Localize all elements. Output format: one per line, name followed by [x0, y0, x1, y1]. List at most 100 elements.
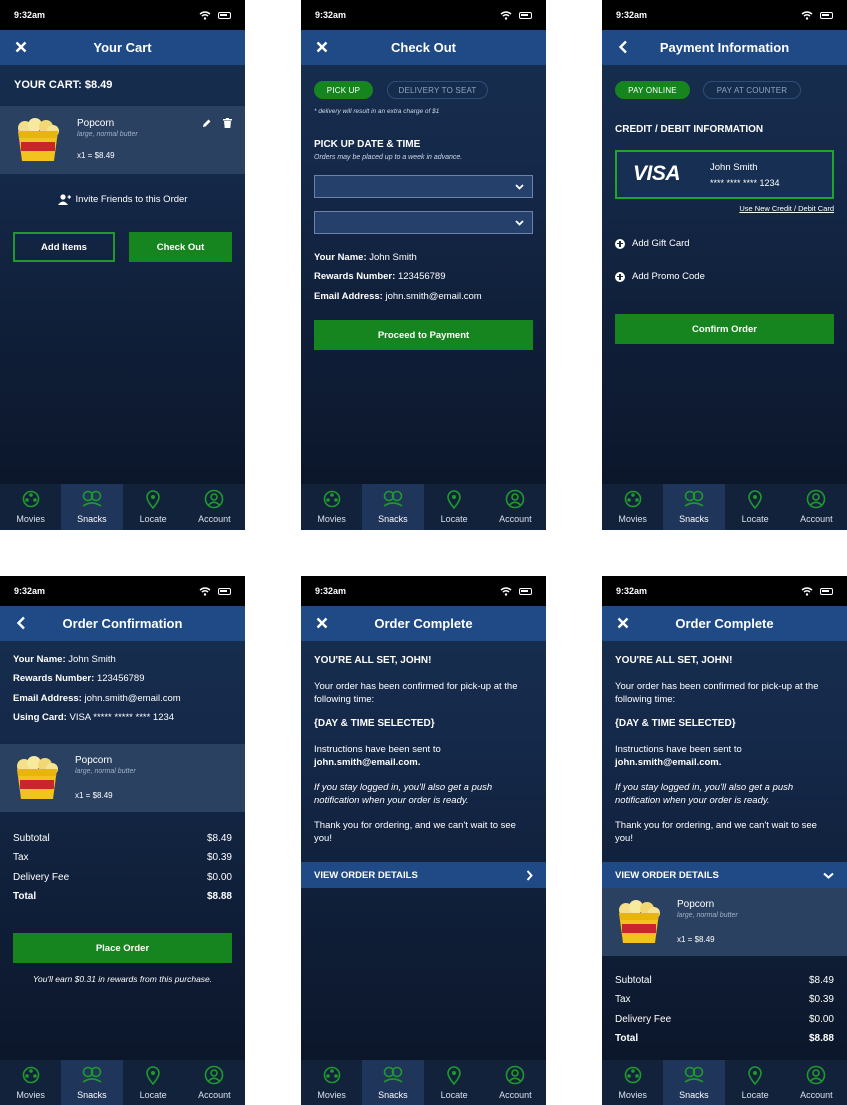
- visa-logo: VISA: [633, 162, 681, 185]
- location-pin-icon: [748, 1066, 762, 1085]
- subtotal-row: Subtotal $8.49: [615, 975, 834, 986]
- tab-snacks[interactable]: Snacks: [61, 484, 123, 530]
- item-desc: large, normal butter: [677, 912, 738, 919]
- proceed-to-payment-button[interactable]: Proceed to Payment: [314, 320, 533, 350]
- tab-snacks[interactable]: Snacks: [663, 484, 725, 530]
- account-icon: [506, 1065, 525, 1085]
- rewards-number-row: Rewards Number: 123456789: [314, 271, 446, 282]
- add-gift-card-button[interactable]: Add Gift Card: [615, 238, 690, 249]
- item-qty: x1 = $8.49: [677, 935, 715, 944]
- delivery-fee-row: Delivery Fee $0.00: [615, 1014, 834, 1025]
- battery-icon: [820, 11, 833, 19]
- tab-movies[interactable]: Movies: [0, 484, 61, 530]
- saved-card[interactable]: VISA John Smith **** **** **** 1234: [615, 150, 834, 199]
- wifi-icon: [199, 10, 211, 20]
- selected-time: {DAY & TIME SELECTED}: [615, 718, 736, 729]
- confirmation-text: Your order has been confirmed for pick-u…: [314, 681, 518, 705]
- tab-locate[interactable]: Locate: [725, 484, 786, 530]
- check-out-button[interactable]: Check Out: [129, 232, 232, 262]
- delivery-to-seat-toggle[interactable]: DELIVERY TO SEAT: [387, 81, 488, 99]
- nav-bar: Your Cart: [0, 30, 245, 65]
- invite-label: Invite Friends to this Order: [75, 194, 188, 205]
- section-title: CREDIT / DEBIT INFORMATION: [615, 124, 764, 135]
- tab-movies[interactable]: Movies: [0, 1060, 61, 1105]
- tab-bar: Movies Snacks Locate Account: [301, 483, 546, 530]
- section-note: Orders may be placed up to a week in adv…: [314, 154, 463, 161]
- location-pin-icon: [146, 490, 160, 509]
- confirmation-heading: YOU'RE ALL SET, JOHN!: [615, 655, 733, 666]
- thank-you-text: Thank you for ordering, and we can't wai…: [615, 820, 817, 844]
- tab-locate[interactable]: Locate: [424, 484, 485, 530]
- close-icon[interactable]: [12, 38, 30, 56]
- invite-friends-link[interactable]: Invite Friends to this Order: [0, 194, 245, 205]
- tab-account[interactable]: Account: [184, 484, 245, 530]
- tab-locate[interactable]: Locate: [123, 484, 184, 530]
- location-pin-icon: [748, 490, 762, 509]
- tab-snacks[interactable]: Snacks: [362, 1060, 424, 1105]
- add-items-button[interactable]: Add Items: [13, 232, 115, 262]
- status-time: 9:32am: [315, 10, 347, 20]
- date-select[interactable]: [314, 175, 533, 198]
- tab-locate[interactable]: Locate: [123, 1060, 184, 1105]
- item-name: Popcorn: [677, 899, 715, 910]
- view-order-details-toggle[interactable]: VIEW ORDER DETAILS: [301, 862, 546, 888]
- cart-item: Popcorn large, normal butter x1 = $8.49: [0, 106, 245, 174]
- film-reel-icon: [22, 1066, 39, 1084]
- trash-icon[interactable]: [223, 118, 232, 128]
- confirm-order-button[interactable]: Confirm Order: [615, 314, 834, 344]
- back-arrow-icon[interactable]: [12, 614, 30, 632]
- tab-account[interactable]: Account: [485, 1060, 546, 1105]
- delivery-fee-row: Delivery Fee $0.00: [13, 872, 232, 883]
- tab-movies[interactable]: Movies: [602, 484, 663, 530]
- status-time: 9:32am: [14, 586, 46, 596]
- close-icon[interactable]: [313, 38, 331, 56]
- pay-online-toggle[interactable]: PAY ONLINE: [615, 81, 690, 99]
- tab-movies[interactable]: Movies: [301, 1060, 362, 1105]
- view-order-details-toggle[interactable]: VIEW ORDER DETAILS: [602, 862, 847, 888]
- film-reel-icon: [323, 1066, 340, 1084]
- location-pin-icon: [146, 1066, 160, 1085]
- status-time: 9:32am: [616, 10, 648, 20]
- tab-locate[interactable]: Locate: [725, 1060, 786, 1105]
- tab-snacks[interactable]: Snacks: [663, 1060, 725, 1105]
- tab-snacks[interactable]: Snacks: [362, 484, 424, 530]
- item-name: Popcorn: [77, 118, 115, 129]
- email-address-row: Email Address: john.smith@email.com: [314, 291, 482, 302]
- location-pin-icon: [447, 1066, 461, 1085]
- page-title: Check Out: [390, 40, 456, 55]
- close-icon[interactable]: [614, 614, 632, 632]
- email-address-row: Email Address: john.smith@email.com: [13, 693, 181, 704]
- edit-icon[interactable]: [202, 118, 212, 128]
- tab-movies[interactable]: Movies: [602, 1060, 663, 1105]
- add-promo-code-button[interactable]: Add Promo Code: [615, 271, 705, 282]
- pick-up-toggle[interactable]: PICK UP: [314, 81, 373, 99]
- tab-locate[interactable]: Locate: [424, 1060, 485, 1105]
- your-name-row: Your Name: John Smith: [13, 654, 116, 665]
- tab-movies[interactable]: Movies: [301, 484, 362, 530]
- status-bar: 9:32am: [301, 576, 546, 606]
- snacks-icon: [82, 1066, 102, 1083]
- tab-account[interactable]: Account: [184, 1060, 245, 1105]
- tab-account[interactable]: Account: [786, 484, 847, 530]
- tab-account[interactable]: Account: [485, 484, 546, 530]
- nav-bar: Check Out: [301, 30, 546, 65]
- tab-account[interactable]: Account: [786, 1060, 847, 1105]
- time-select[interactable]: [314, 211, 533, 234]
- screen-order-complete: 9:32am Order Complete YOU'RE ALL SET, JO…: [301, 576, 546, 1105]
- status-time: 9:32am: [315, 586, 347, 596]
- popcorn-image: [18, 118, 59, 161]
- close-icon[interactable]: [313, 614, 331, 632]
- tab-snacks[interactable]: Snacks: [61, 1060, 123, 1105]
- snacks-icon: [383, 490, 403, 507]
- place-order-button[interactable]: Place Order: [13, 933, 232, 963]
- back-arrow-icon[interactable]: [614, 38, 632, 56]
- use-new-card-link[interactable]: Use New Credit / Debit Card: [739, 204, 834, 213]
- card-holder-name: John Smith: [710, 162, 758, 173]
- instructions-text: Instructions have been sent to: [314, 744, 441, 755]
- pay-at-counter-toggle[interactable]: PAY AT COUNTER: [703, 81, 801, 99]
- status-bar: 9:32am: [0, 0, 245, 30]
- selected-time: {DAY & TIME SELECTED}: [314, 718, 435, 729]
- page-title: Order Confirmation: [62, 616, 183, 631]
- page-title: Order Complete: [675, 616, 774, 631]
- cart-total: YOUR CART: $8.49: [14, 79, 113, 91]
